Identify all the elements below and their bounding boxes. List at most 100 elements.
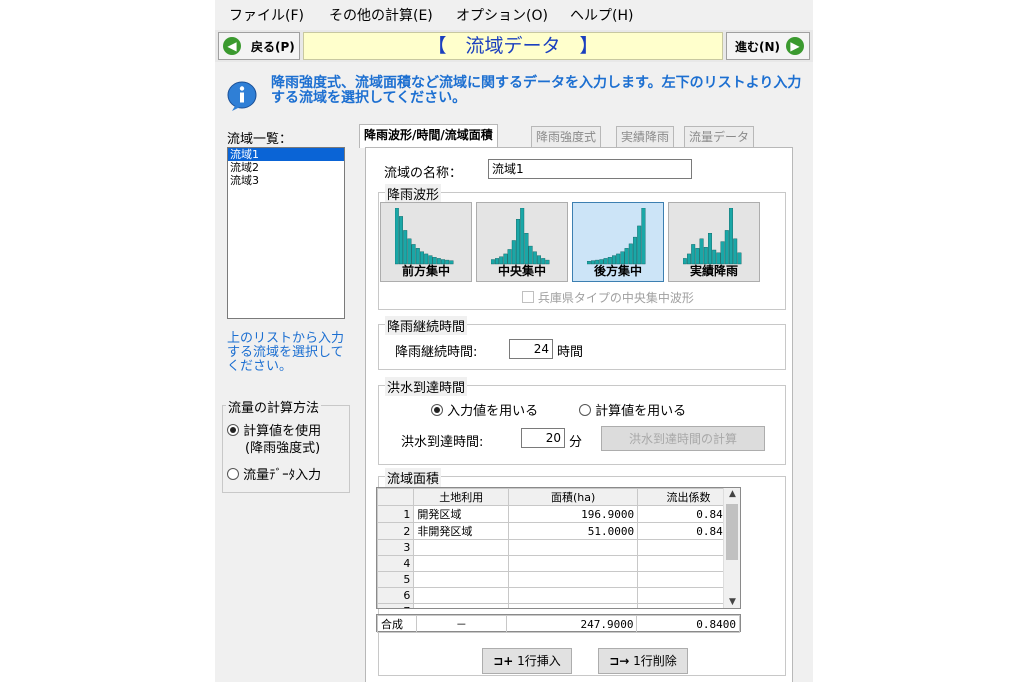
arrival-calc-radio-label: 計算値を用いる	[595, 404, 687, 419]
scrollbar-thumb[interactable]	[726, 504, 738, 560]
table-header-corner	[377, 488, 415, 506]
table-row[interactable]: 5	[377, 571, 740, 588]
row-number: 6	[377, 587, 415, 604]
basin-list-item[interactable]: 流域3	[228, 174, 344, 187]
duration-input[interactable]: 24	[509, 339, 553, 359]
radio-unselected-icon	[227, 468, 239, 480]
checkbox-icon	[522, 291, 534, 303]
hyetograph-bar	[633, 236, 638, 265]
back-peak-wave-icon	[587, 208, 646, 265]
hyetograph-bar	[699, 238, 704, 265]
area-totals-row: 合成 － 247.9000 0.8400	[376, 614, 741, 633]
calc-method-option-1-sub: (降雨強度式)	[245, 441, 321, 456]
area-group-title: 流域面積	[385, 468, 442, 487]
column-header-land-use: 土地利用	[413, 488, 510, 506]
chevron-down-icon[interactable]: ▼	[724, 597, 740, 607]
insert-row-icon: ⊐+	[493, 654, 514, 668]
arrival-input[interactable]: 20	[521, 428, 565, 448]
land-use-cell[interactable]: 開発区域	[413, 505, 510, 523]
arrow-left-icon: ◀	[223, 37, 241, 55]
menu-file[interactable]: ファイル(F)	[229, 5, 304, 25]
basin-name-label: 流域の名称：	[384, 166, 463, 181]
arrival-calc-button[interactable]: 洪水到達時間の計算	[601, 426, 765, 451]
table-row[interactable]: 7	[377, 603, 740, 608]
hyetograph-bar	[395, 208, 399, 265]
area-cell[interactable]	[508, 555, 639, 572]
back-button[interactable]: ◀ 戻る(P)	[218, 32, 300, 60]
land-use-cell[interactable]	[413, 587, 510, 604]
row-number: 1	[377, 505, 415, 523]
hyetograph-bar	[641, 208, 646, 265]
table-row[interactable]: 2 非開発区域 51.0000 0.8400	[377, 522, 740, 540]
hyetograph-bar	[524, 233, 529, 265]
pattern-front-button[interactable]: 前方集中	[380, 202, 472, 282]
tab-actual-rain[interactable]: 実績降雨	[616, 126, 675, 148]
area-cell[interactable]	[508, 539, 639, 556]
tab-panel: 流域の名称： 流域1 降雨波形 前方集中 中央集中 後方集中 実績降雨 兵庫県タ…	[365, 147, 793, 682]
area-cell[interactable]	[508, 603, 639, 608]
pattern-center-label: 中央集中	[497, 264, 546, 278]
totals-land: －	[415, 615, 507, 633]
land-use-cell[interactable]: 非開発区域	[413, 522, 510, 540]
pattern-back-button[interactable]: 後方集中	[572, 202, 664, 282]
row-number: 2	[377, 522, 415, 540]
menu-bar: ファイル(F) その他の計算(E) オプション(O) ヘルプ(H)	[215, 0, 813, 28]
next-button-label: 進む(N)	[735, 39, 781, 54]
arrival-group-title: 洪水到達時間	[385, 377, 468, 396]
area-cell[interactable]: 196.9000	[508, 505, 639, 523]
area-cell[interactable]	[508, 587, 639, 604]
table-row[interactable]: 1 開発区域 196.9000 0.8400	[377, 505, 740, 523]
basin-name-input[interactable]: 流域1	[488, 159, 692, 179]
arrival-calc-radio[interactable]: 計算値を用いる	[579, 400, 686, 419]
menu-other-calc[interactable]: その他の計算(E)	[329, 5, 433, 25]
table-row[interactable]: 3	[377, 539, 740, 556]
totals-coef: 0.8400	[636, 615, 740, 633]
table-scrollbar[interactable]: ▲ ▼	[723, 488, 740, 608]
insert-row-label: 1行挿入	[517, 654, 561, 668]
chevron-up-icon[interactable]: ▲	[724, 489, 740, 499]
hyetograph-bar	[403, 230, 408, 265]
table-header-row: 土地利用 面積(ha) 流出係数	[377, 488, 740, 506]
pattern-front-label: 前方集中	[401, 264, 450, 278]
menu-help[interactable]: ヘルプ(H)	[570, 5, 633, 25]
hyogo-type-checkbox[interactable]: 兵庫県タイプの中央集中波形	[522, 289, 694, 306]
arrival-input-radio[interactable]: 入力値を用いる	[431, 400, 538, 419]
radio-selected-icon	[431, 404, 443, 416]
hyetograph-bar	[729, 208, 734, 265]
hyetograph-bar	[708, 233, 713, 265]
land-use-cell[interactable]	[413, 603, 510, 608]
pattern-actual-button[interactable]: 実績降雨	[668, 202, 760, 282]
delete-row-button[interactable]: ⊐→ 1行削除	[598, 648, 688, 674]
insert-row-button[interactable]: ⊐+ 1行挿入	[482, 648, 572, 674]
basin-list-item[interactable]: 流域2	[228, 161, 344, 174]
tab-rain-intensity[interactable]: 降雨強度式	[531, 126, 602, 148]
radio-unselected-icon	[579, 404, 591, 416]
arrival-label: 洪水到達時間:	[401, 435, 484, 450]
land-use-cell[interactable]	[413, 555, 510, 572]
back-button-label: 戻る(P)	[251, 39, 295, 54]
next-button[interactable]: 進む(N) ▶	[726, 32, 810, 60]
table-row[interactable]: 6	[377, 587, 740, 604]
table-row[interactable]: 4	[377, 555, 740, 572]
duration-label: 降雨継続時間:	[395, 345, 478, 360]
land-use-cell[interactable]	[413, 571, 510, 588]
pattern-center-button[interactable]: 中央集中	[476, 202, 568, 282]
actual-rain-wave-icon	[683, 208, 742, 265]
duration-group: 降雨継続時間 降雨継続時間: 24 時間	[378, 316, 786, 370]
arrival-group: 洪水到達時間 入力値を用いる 計算値を用いる 洪水到達時間: 20 分 洪水到達…	[378, 377, 786, 465]
basin-list-item[interactable]: 流域1	[228, 148, 344, 161]
hyetograph-bar	[637, 225, 642, 265]
land-use-cell[interactable]	[413, 539, 510, 556]
arrival-input-radio-label: 入力値を用いる	[447, 404, 539, 419]
page-title: 【 流域データ 】	[303, 32, 723, 60]
tab-flow-data[interactable]: 流量データ	[684, 126, 755, 148]
arrow-right-icon: ▶	[786, 37, 805, 55]
menu-options[interactable]: オプション(O)	[456, 5, 548, 25]
calc-method-option-2[interactable]: 流量ﾃﾞｰﾀ入力	[227, 464, 321, 483]
tab-rain-pattern[interactable]: 降雨波形/時間/流域面積	[359, 124, 498, 148]
area-cell[interactable]	[508, 571, 639, 588]
hyetograph-bar	[516, 218, 521, 265]
area-cell[interactable]: 51.0000	[508, 522, 639, 540]
basin-list[interactable]: 流域1 流域2 流域3	[227, 147, 345, 319]
area-table[interactable]: 土地利用 面積(ha) 流出係数 1 開発区域 196.9000 0.8400 …	[376, 487, 741, 609]
